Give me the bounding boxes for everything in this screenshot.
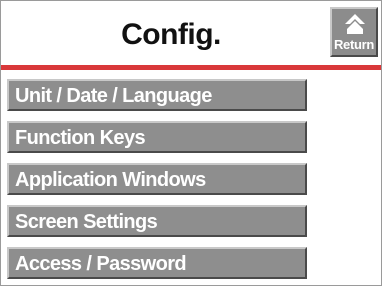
menu-item-screen-settings[interactable]: Screen Settings [7, 205, 307, 237]
page-title: Config. [121, 18, 221, 51]
header-bar: Config. Return [1, 1, 381, 63]
menu-item-label: Unit / Date / Language [15, 85, 212, 107]
menu-item-label: Function Keys [15, 127, 146, 149]
menu-item-application-windows[interactable]: Application Windows [7, 163, 307, 195]
config-screen: Config. Return Unit / Date / Language Fu… [0, 0, 382, 286]
menu-item-label: Application Windows [15, 169, 206, 191]
home-arrow-up-icon [345, 14, 365, 34]
menu-item-function-keys[interactable]: Function Keys [7, 121, 307, 153]
menu-item-label: Access / Password [15, 253, 187, 275]
menu-item-label: Screen Settings [15, 211, 158, 233]
return-label: Return [333, 37, 375, 52]
menu-item-access-password[interactable]: Access / Password [7, 247, 307, 279]
header-divider [1, 65, 381, 70]
return-button[interactable]: Return [330, 7, 378, 57]
menu-item-unit-date-language[interactable]: Unit / Date / Language [7, 79, 307, 111]
